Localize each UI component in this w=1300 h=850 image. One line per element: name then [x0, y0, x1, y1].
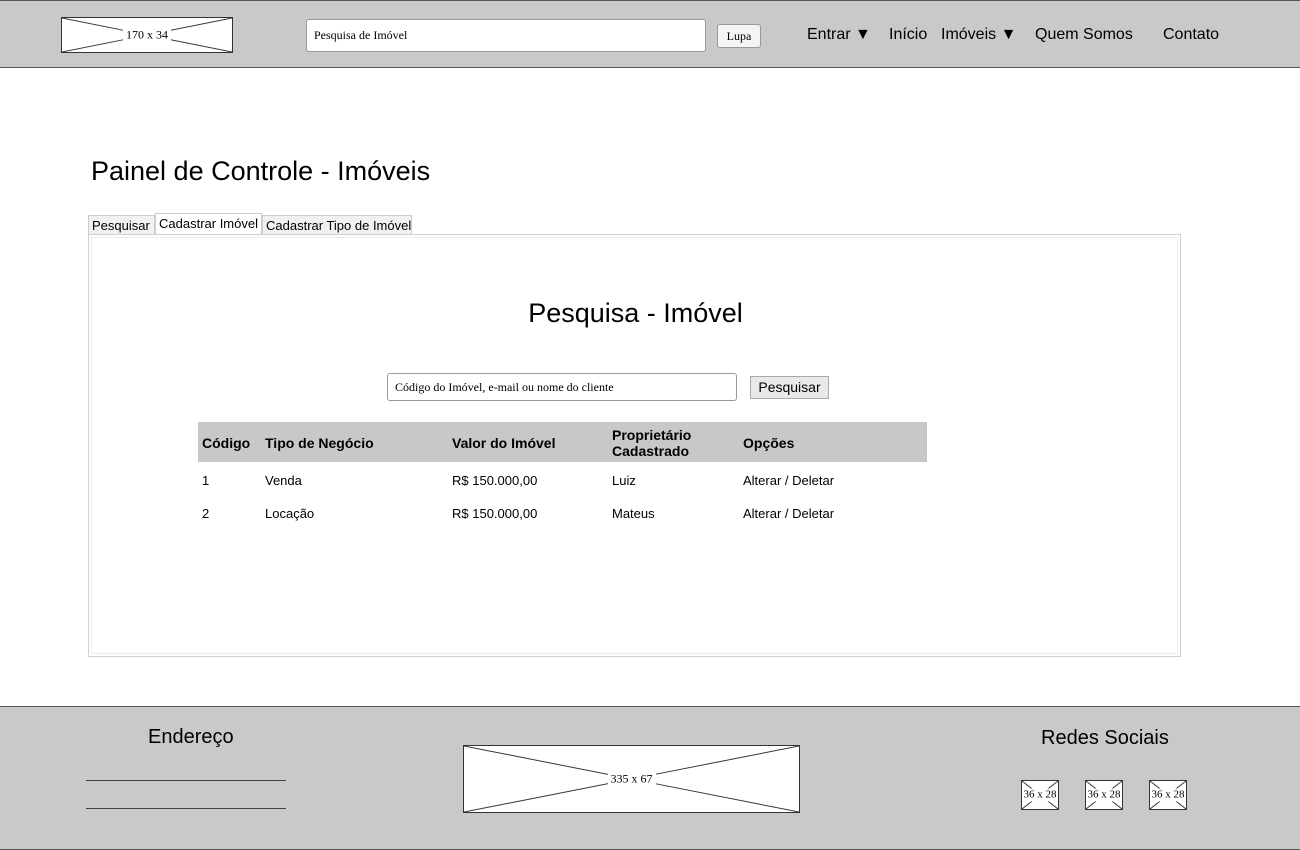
header-search-input[interactable]: Pesquisa de Imóvel: [306, 19, 706, 52]
logo-size-label: 170 x 34: [123, 27, 171, 43]
social-icon-1[interactable]: 36 x 28: [1021, 780, 1059, 810]
social-icon-size-label: 36 x 28: [1150, 788, 1186, 802]
column-header-proprietario-line1: Proprietário: [612, 427, 692, 443]
tab-cadastrar-tipo-imovel[interactable]: Cadastrar Tipo de Imóvel: [262, 215, 412, 235]
column-header-opcoes: Opções: [743, 435, 795, 451]
footer-banner-image: 335 x 67: [463, 745, 800, 813]
site-footer: Endereço 335 x 67 Redes Sociais 36 x 28 …: [0, 706, 1300, 850]
nav-quem-somos[interactable]: Quem Somos: [1035, 26, 1133, 44]
tab-cadastrar-imovel[interactable]: Cadastrar Imóvel: [155, 213, 262, 235]
column-header-tipo-negocio: Tipo de Negócio: [265, 435, 374, 451]
page-title: Painel de Controle - Imóveis: [91, 156, 431, 186]
logo-image[interactable]: 170 x 34: [61, 17, 233, 53]
nav-imoveis[interactable]: Imóveis ▼: [941, 26, 1016, 44]
social-icon-size-label: 36 x 28: [1022, 788, 1058, 802]
nav-contato[interactable]: Contato: [1163, 26, 1219, 44]
column-header-proprietario: Proprietário Cadastrado: [612, 427, 691, 459]
column-header-codigo: Código: [202, 435, 251, 451]
cell-codigo: 1: [202, 473, 210, 488]
panel-title: Pesquisa - Imóvel: [528, 298, 743, 328]
cell-valor: R$ 150.000,00: [452, 506, 538, 521]
column-header-proprietario-line2: Cadastrado: [612, 443, 690, 459]
property-search-input[interactable]: Código do Imóvel, e-mail ou nome do clie…: [387, 373, 737, 401]
social-icon-size-label: 36 x 28: [1086, 788, 1122, 802]
search-button[interactable]: Lupa: [717, 24, 761, 48]
cell-tipo: Venda: [265, 473, 302, 488]
social-heading: Redes Sociais: [1041, 727, 1169, 749]
address-line: [86, 808, 286, 809]
nav-inicio[interactable]: Início: [889, 26, 927, 44]
address-line: [86, 780, 286, 781]
tab-pesquisar[interactable]: Pesquisar: [88, 215, 155, 235]
cell-codigo: 2: [202, 506, 210, 521]
alterar-deletar-link[interactable]: Alterar / Deletar: [743, 473, 834, 488]
tab-panel: Pesquisa - Imóvel Código do Imóvel, e-ma…: [88, 234, 1181, 657]
cell-valor: R$ 150.000,00: [452, 473, 538, 488]
address-heading: Endereço: [148, 726, 234, 748]
banner-size-label: 335 x 67: [607, 771, 656, 787]
table-header: Código Tipo de Negócio Valor do Imóvel P…: [198, 422, 927, 462]
pesquisar-button[interactable]: Pesquisar: [750, 376, 829, 399]
social-icon-3[interactable]: 36 x 28: [1149, 780, 1187, 810]
cell-proprietario: Luiz: [612, 473, 636, 488]
nav-entrar[interactable]: Entrar ▼: [807, 26, 871, 44]
social-icon-2[interactable]: 36 x 28: [1085, 780, 1123, 810]
column-header-valor: Valor do Imóvel: [452, 435, 556, 451]
cell-proprietario: Mateus: [612, 506, 655, 521]
cell-tipo: Locação: [265, 506, 315, 521]
alterar-deletar-link[interactable]: Alterar / Deletar: [743, 506, 834, 521]
site-header: 170 x 34 Pesquisa de Imóvel Lupa Entrar …: [0, 0, 1300, 68]
